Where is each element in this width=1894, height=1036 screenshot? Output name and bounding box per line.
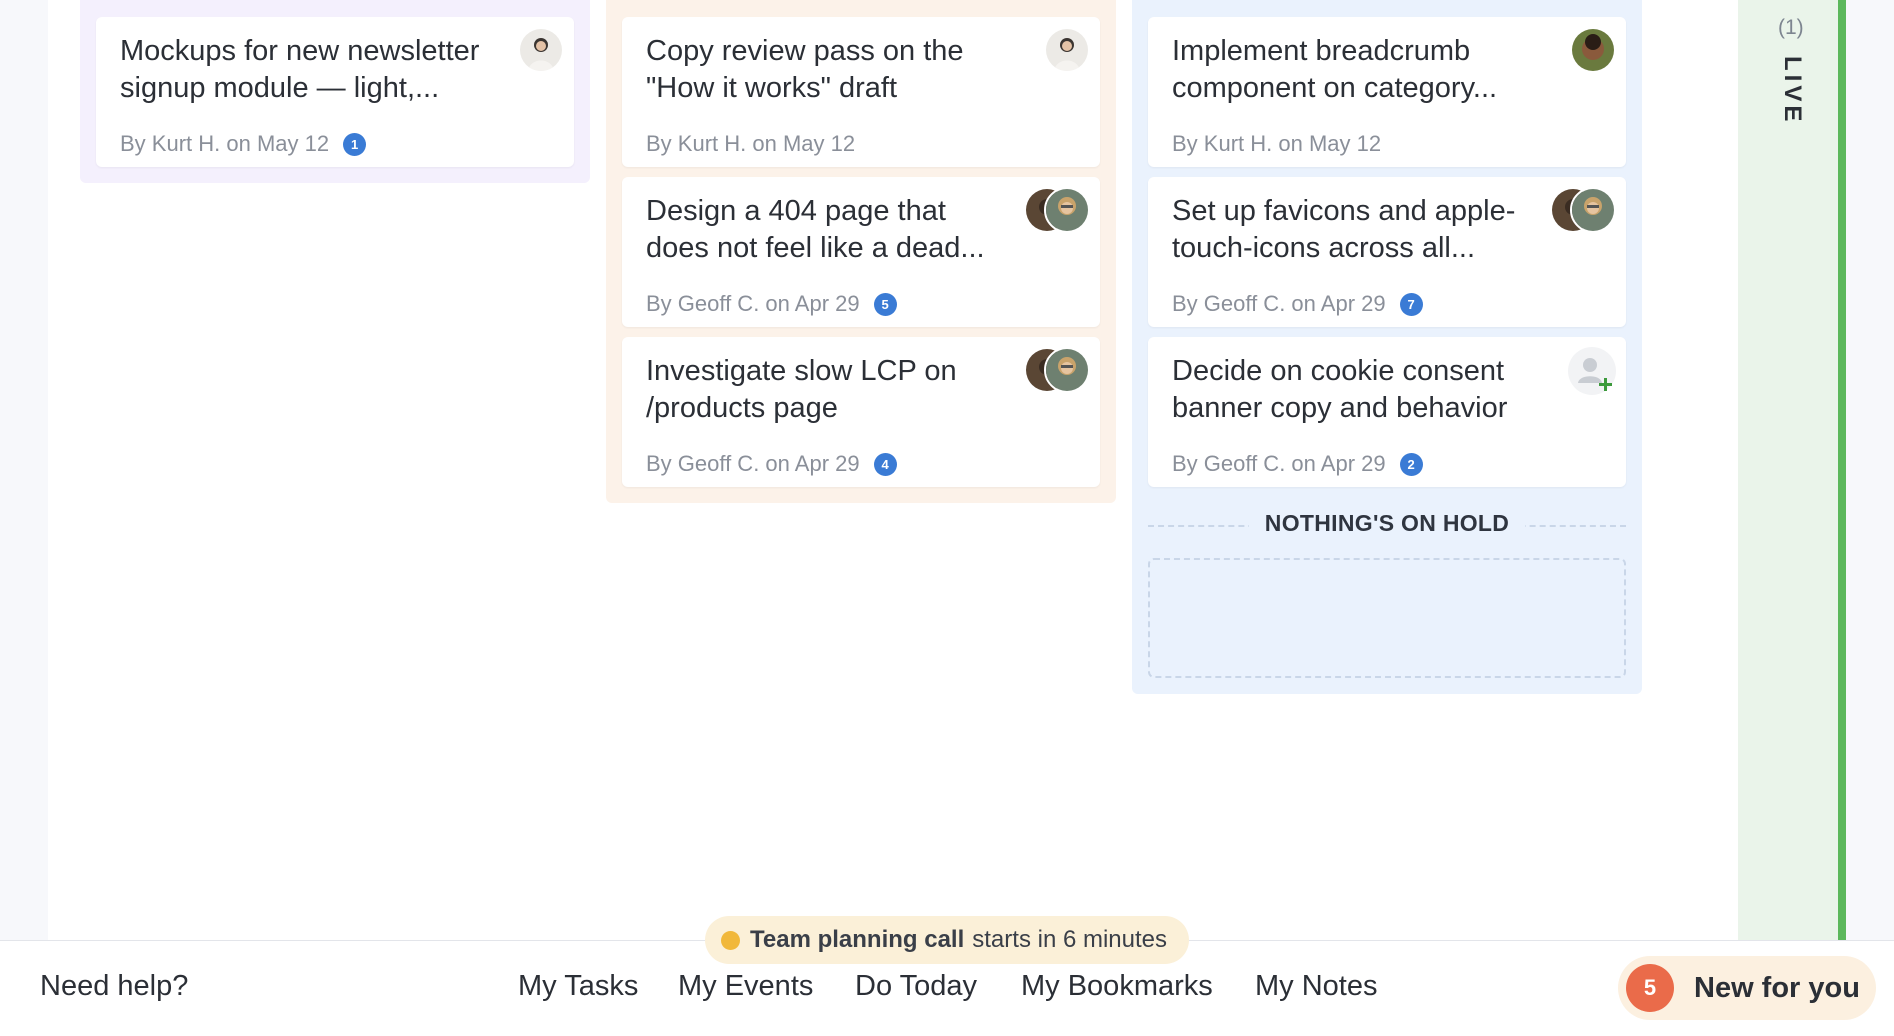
task-author-date: By Kurt H. on May 12 <box>1172 131 1382 156</box>
live-label[interactable]: LIVE <box>1776 56 1806 125</box>
live-panel[interactable] <box>1738 0 1842 940</box>
task-meta: By Kurt H. on May 12 1 <box>120 131 367 157</box>
nav-my-events[interactable]: My Events <box>678 970 813 1003</box>
assignee-avatar[interactable] <box>1570 27 1616 73</box>
task-card[interactable]: Implement breadcrumb component on catego… <box>1148 17 1626 167</box>
task-author-date: By Geoff C. on Apr 29 <box>646 451 860 476</box>
new-for-you-button[interactable]: 5 New for you <box>1618 956 1876 1020</box>
comment-count-badge: 1 <box>343 132 367 156</box>
new-count-badge: 5 <box>1626 964 1674 1012</box>
task-card[interactable]: Copy review pass on the "How it works" d… <box>622 17 1100 167</box>
assignee-avatar[interactable] <box>1570 187 1616 233</box>
task-card[interactable]: Investigate slow LCP on /products page B… <box>622 337 1100 487</box>
on-hold-divider: NOTHING'S ON HOLD <box>1148 510 1626 540</box>
task-card[interactable]: Design a 404 page that does not feel lik… <box>622 177 1100 327</box>
new-for-you-label: New for you <box>1694 971 1860 1004</box>
task-meta: By Geoff C. on Apr 29 5 <box>646 291 897 317</box>
live-status-bar <box>1838 0 1846 940</box>
board-column-3: Implement breadcrumb component on catego… <box>1132 0 1642 694</box>
nav-my-notes[interactable]: My Notes <box>1255 970 1377 1003</box>
upcoming-event-pill[interactable]: Team planning call starts in 6 minutes <box>705 916 1189 964</box>
task-title[interactable]: Copy review pass on the "How it works" d… <box>646 33 1016 107</box>
task-author-date: By Kurt H. on May 12 <box>120 131 330 156</box>
task-title[interactable]: Investigate slow LCP on /products page <box>646 353 1016 427</box>
comment-count-badge: 2 <box>1399 452 1423 476</box>
task-meta: By Kurt H. on May 12 <box>1172 131 1381 157</box>
live-count: (1) <box>1778 16 1804 39</box>
task-author-date: By Kurt H. on May 12 <box>646 131 856 156</box>
task-title[interactable]: Design a 404 page that does not feel lik… <box>646 193 1016 267</box>
assignee-avatar[interactable] <box>1044 187 1090 233</box>
task-title[interactable]: Mockups for new newsletter signup module… <box>120 33 490 107</box>
task-card[interactable]: Decide on cookie consent banner copy and… <box>1148 337 1626 487</box>
task-meta: By Geoff C. on Apr 29 7 <box>1172 291 1423 317</box>
event-time: starts in 6 minutes <box>972 926 1168 953</box>
add-assignee-icon[interactable] <box>1568 347 1616 395</box>
nav-do-today[interactable]: Do Today <box>855 970 977 1003</box>
task-title[interactable]: Implement breadcrumb component on catego… <box>1172 33 1542 107</box>
help-link[interactable]: Need help? <box>40 970 188 1003</box>
event-status-dot <box>721 930 740 950</box>
task-author-date: By Geoff C. on Apr 29 <box>1172 291 1386 316</box>
task-meta: By Geoff C. on Apr 29 4 <box>646 451 897 477</box>
task-author-date: By Geoff C. on Apr 29 <box>646 291 860 316</box>
task-meta: By Kurt H. on May 12 <box>646 131 855 157</box>
assignee-avatar[interactable] <box>1044 347 1090 393</box>
comment-count-badge: 5 <box>873 292 897 316</box>
on-hold-dropzone[interactable] <box>1148 558 1626 678</box>
board-column-1: Mockups for new newsletter signup module… <box>80 0 590 183</box>
task-title[interactable]: Set up favicons and apple-touch-icons ac… <box>1172 193 1542 267</box>
nav-my-tasks[interactable]: My Tasks <box>518 970 638 1003</box>
event-name: Team planning call <box>750 926 965 953</box>
board-column-2: Copy review pass on the "How it works" d… <box>606 0 1116 503</box>
comment-count-badge: 4 <box>873 452 897 476</box>
assignee-avatar[interactable] <box>518 27 564 73</box>
task-card[interactable]: Set up favicons and apple-touch-icons ac… <box>1148 177 1626 327</box>
comment-count-badge: 7 <box>1399 292 1423 316</box>
assignee-avatar[interactable] <box>1044 27 1090 73</box>
task-title[interactable]: Decide on cookie consent banner copy and… <box>1172 353 1542 427</box>
task-author-date: By Geoff C. on Apr 29 <box>1172 451 1386 476</box>
task-card[interactable]: Mockups for new newsletter signup module… <box>96 17 574 167</box>
task-meta: By Geoff C. on Apr 29 2 <box>1172 451 1423 477</box>
nav-my-bookmarks[interactable]: My Bookmarks <box>1021 970 1213 1003</box>
on-hold-label: NOTHING'S ON HOLD <box>1248 510 1526 536</box>
